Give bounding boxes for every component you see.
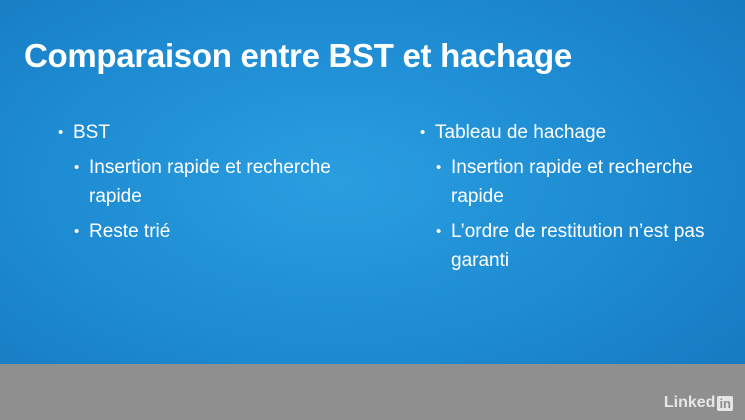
- bullet-icon: •: [436, 159, 442, 176]
- right-item: • Insertion rapide et recherche rapide: [420, 153, 725, 211]
- left-item: • Reste trié: [58, 217, 378, 246]
- linkedin-logo: Linked in: [664, 393, 733, 413]
- left-column: • BST • Insertion rapide et recherche ra…: [58, 118, 378, 252]
- left-item: • Insertion rapide et recherche rapide: [58, 153, 378, 211]
- right-column: • Tableau de hachage • Insertion rapide …: [420, 118, 725, 281]
- bullet-icon: •: [58, 124, 64, 141]
- left-heading: BST: [73, 122, 110, 143]
- left-heading-bullet: • BST: [58, 118, 378, 147]
- logo-text: Linked: [663, 394, 716, 411]
- footer-bar: Linked in: [0, 364, 745, 420]
- slide-title: Comparaison entre BST et hachage: [24, 37, 572, 74]
- slide: Comparaison entre BST et hachage • BST •…: [0, 0, 745, 364]
- bullet-icon: •: [74, 223, 80, 240]
- right-item-text: Insertion rapide et recherche rapide: [451, 157, 693, 207]
- right-heading: Tableau de hachage: [435, 122, 607, 143]
- right-heading-bullet: • Tableau de hachage: [420, 118, 725, 147]
- logo-in-box: in: [717, 395, 733, 411]
- right-item: • L’ordre de restitution n’est pas garan…: [420, 217, 725, 275]
- bullet-icon: •: [420, 124, 426, 141]
- left-item-text: Insertion rapide et recherche rapide: [89, 157, 331, 207]
- bullet-icon: •: [436, 223, 442, 240]
- left-item-text: Reste trié: [89, 221, 171, 242]
- bullet-icon: •: [74, 159, 80, 176]
- right-item-text: L’ordre de restitution n’est pas garanti: [451, 221, 705, 271]
